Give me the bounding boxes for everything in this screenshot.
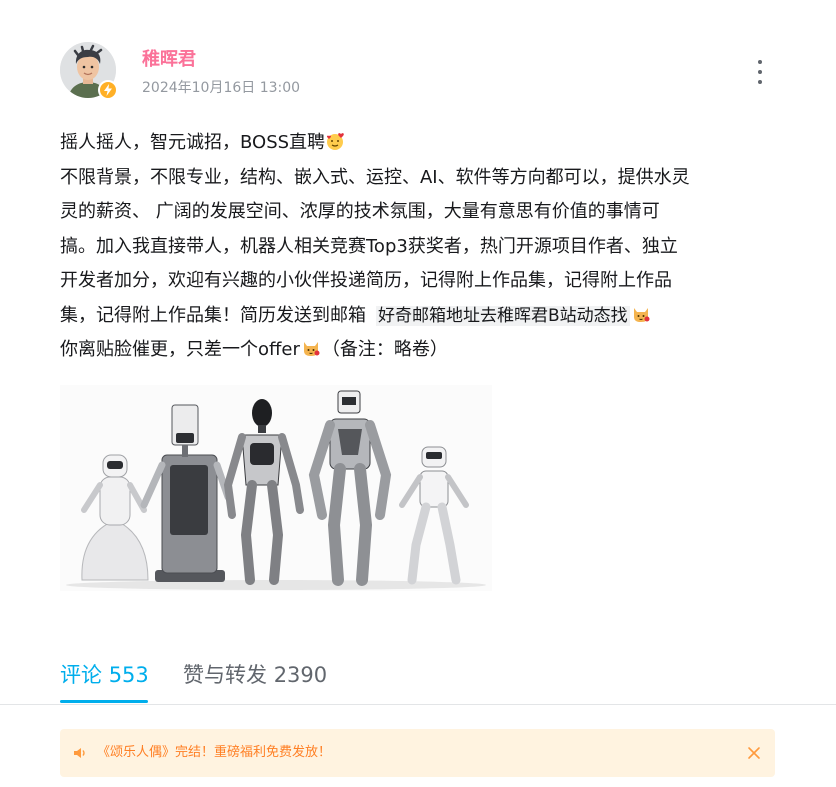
more-dot-icon bbox=[758, 60, 762, 64]
content-line: 集，记得附上作品集！简历发送到邮箱 好奇邮箱地址去稚晖君B站动态找 bbox=[60, 299, 780, 334]
more-options-button[interactable] bbox=[750, 58, 770, 86]
content-line: 不限背景，不限专业，结构、嵌入式、运控、AI、软件等方向都可以，提供水灵 bbox=[60, 166, 690, 188]
content-text: 摇人摇人，智元诚招，BOSS直聘 bbox=[60, 132, 326, 153]
content-text: （备注：略卷） bbox=[321, 339, 448, 360]
tab-label: 赞与转发 bbox=[183, 663, 267, 687]
email-hint-highlight: 好奇邮箱地址去稚晖君B站动态找 bbox=[376, 305, 630, 326]
divider bbox=[0, 704, 836, 705]
comment-count: 553 bbox=[108, 663, 149, 687]
content-line: 搞。加入我直接带人，机器人相关竞赛Top3获奖者，热门开源项目作者、独立 bbox=[60, 235, 678, 257]
tab-label: 评论 bbox=[60, 663, 102, 687]
content-line: 开发者加分，欢迎有兴趣的小伙伴投递简历，记得附上作品集，记得附上作品 bbox=[60, 270, 672, 291]
dynamic-post: 稚晖君 2024年10月16日 13:00 摇人摇人，智元诚招，BOSS直聘 不… bbox=[0, 0, 836, 787]
notice-link[interactable]: 《颂乐人偶》完结！重磅福利免费发放！ bbox=[97, 744, 331, 762]
cat-face-emoji bbox=[633, 307, 650, 322]
post-image-robots[interactable] bbox=[60, 385, 492, 591]
content-text: 集，记得附上作品集！简历发送到邮箱 bbox=[60, 304, 366, 326]
cat-face-emoji bbox=[303, 342, 320, 356]
content-text: 你离贴脸催更，只差一个offer bbox=[60, 339, 300, 360]
notice-banner: 《颂乐人偶》完结！重磅福利免费发放！ bbox=[60, 729, 775, 777]
author-name[interactable]: 稚晖君 bbox=[142, 48, 196, 72]
detail-tabs: 评论 553 赞与转发 2390 bbox=[60, 658, 776, 704]
forward-count: 2390 bbox=[273, 663, 328, 687]
content-line: 摇人摇人，智元诚招，BOSS直聘 bbox=[60, 126, 780, 161]
heart-face-emoji bbox=[327, 133, 344, 150]
author-avatar[interactable] bbox=[60, 42, 120, 102]
tab-likes-forwards[interactable]: 赞与转发 2390 bbox=[183, 658, 327, 692]
more-dot-icon bbox=[758, 70, 762, 74]
speaker-icon bbox=[74, 748, 85, 758]
tab-comments[interactable]: 评论 553 bbox=[60, 658, 149, 692]
content-line: 灵的薪资、 广阔的发展空间、浓厚的技术氛围，大量有意思有价值的事情可 bbox=[60, 201, 660, 222]
close-icon[interactable] bbox=[746, 745, 762, 761]
lightning-icon bbox=[98, 80, 118, 100]
content-line: 你离贴脸催更，只差一个offer （备注：略卷） bbox=[60, 333, 780, 368]
active-tab-indicator bbox=[60, 700, 148, 703]
post-content: 摇人摇人，智元诚招，BOSS直聘 不限背景，不限专业，结构、嵌入式、运控、AI、… bbox=[60, 126, 780, 368]
more-dot-icon bbox=[758, 80, 762, 84]
publish-time: 2024年10月16日 13:00 bbox=[142, 80, 301, 96]
